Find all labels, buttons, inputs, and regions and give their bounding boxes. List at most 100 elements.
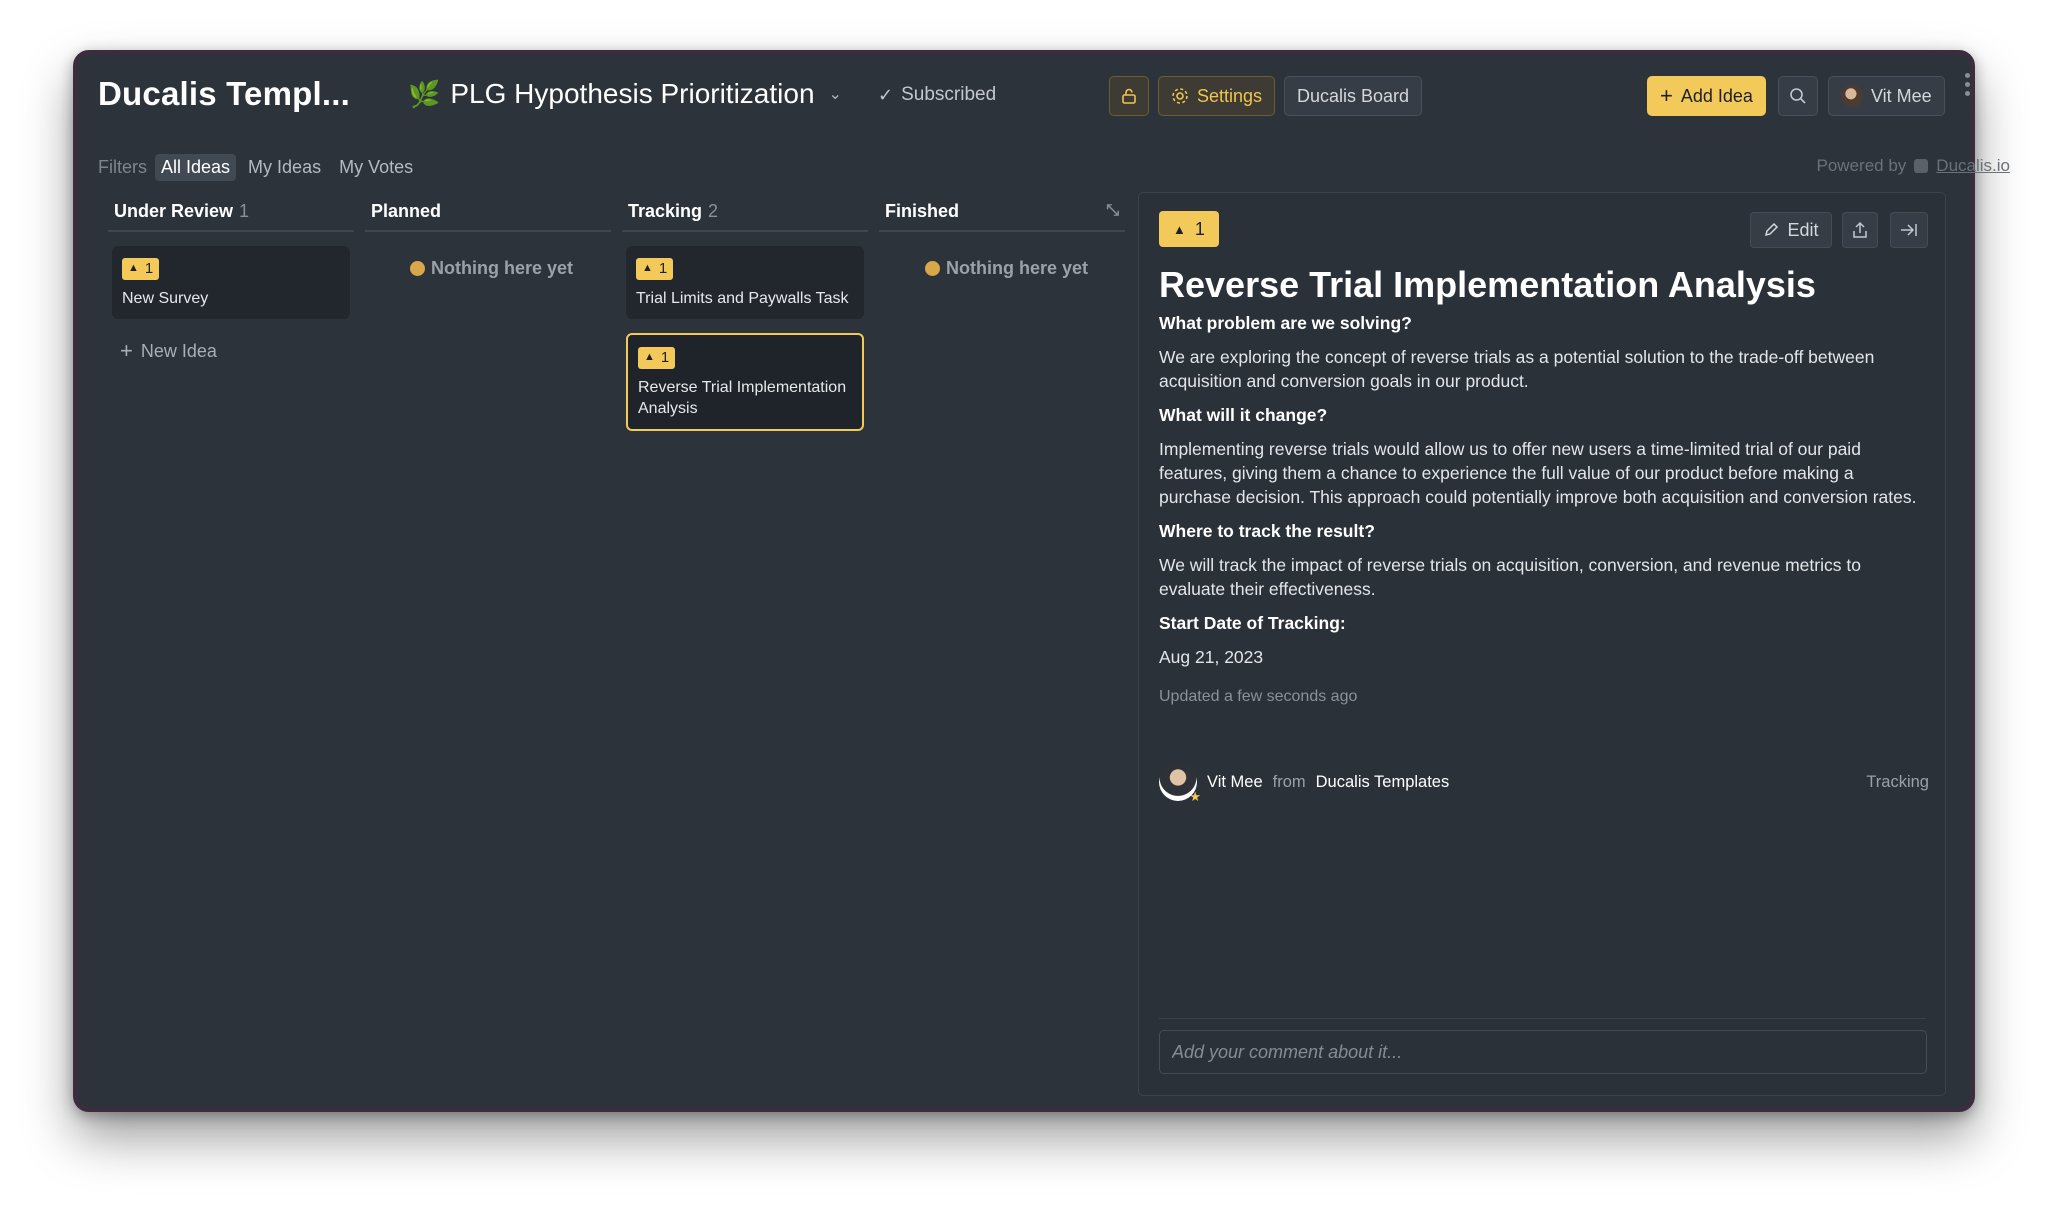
column-header[interactable]: Finished ⤡ <box>879 192 1125 232</box>
comment-input[interactable] <box>1159 1030 1927 1074</box>
section-body: We are exploring the concept of reverse … <box>1159 347 1875 391</box>
upvote-icon: ▲ <box>1173 221 1186 237</box>
upvote-icon: ▲ <box>128 262 139 274</box>
edit-label: Edit <box>1787 219 1819 240</box>
idea-detail-panel: ▲ 1 Edit Reverse Trial Implementation An… <box>1138 192 1946 1096</box>
section-body: We will track the impact of reverse tria… <box>1159 555 1861 599</box>
section-heading: What problem are we solving? <box>1159 313 1412 333</box>
add-idea-button[interactable]: + Add Idea <box>1647 76 1766 116</box>
column-name: Planned <box>371 200 442 221</box>
author-name[interactable]: Vit Mee <box>1207 773 1263 792</box>
collapse-icon[interactable]: ⤡ <box>1106 202 1119 220</box>
column-under-review: Under Review 1 ▲ 1 New Survey <box>108 192 354 319</box>
ducalis-logo-icon <box>1914 159 1929 173</box>
column-planned: Planned <box>365 192 611 232</box>
author-row: ★ Vit Mee from Ducalis Templates Trackin… <box>1159 763 1929 804</box>
vote-badge[interactable]: ▲ 1 <box>636 257 674 280</box>
updated-timestamp: Updated a few seconds ago <box>1159 688 1358 705</box>
settings-button[interactable]: Settings <box>1158 76 1276 116</box>
filter-all-ideas[interactable]: All Ideas <box>155 154 237 181</box>
section-heading: What will it change? <box>1159 405 1328 425</box>
section-heading: Where to track the result? <box>1159 521 1375 541</box>
idea-card-selected[interactable]: ▲ 1 Reverse Trial Implementation Analysis <box>626 333 864 431</box>
board-selector[interactable]: 🌿 PLG Hypothesis Prioritization ⌄ <box>408 78 842 110</box>
filter-my-ideas[interactable]: My Ideas <box>242 154 327 181</box>
upvote-icon: ▲ <box>644 351 655 363</box>
column-name: Under Review <box>114 200 234 221</box>
status-badge: Tracking <box>1866 772 1929 791</box>
filter-my-votes[interactable]: My Votes <box>333 154 419 181</box>
app-title[interactable]: Ducalis Templ... <box>98 75 350 113</box>
subscribe-toggle[interactable]: ✓ Subscribed <box>878 84 996 106</box>
column-finished: Finished ⤡ <box>879 192 1125 232</box>
collapse-right-icon <box>1901 224 1917 236</box>
new-idea-button[interactable]: + New Idea <box>120 338 217 364</box>
column-name: Finished <box>885 200 960 221</box>
share-button[interactable] <box>1842 212 1878 248</box>
card-title: Trial Limits and Paywalls Task <box>636 289 849 307</box>
close-panel-button[interactable] <box>1890 212 1928 248</box>
divider <box>1159 1018 1925 1019</box>
smile-emoji-icon <box>410 261 425 276</box>
idea-card[interactable]: ▲ 1 Trial Limits and Paywalls Task <box>626 246 864 319</box>
upvote-icon: ▲ <box>642 262 653 274</box>
column-header[interactable]: Planned <box>365 192 611 232</box>
avatar <box>1841 85 1863 107</box>
share-icon <box>1853 221 1867 238</box>
vote-button[interactable]: ▲ 1 <box>1159 211 1219 247</box>
column-header[interactable]: Tracking 2 <box>622 192 868 232</box>
board-link-button[interactable]: Ducalis Board <box>1284 76 1423 116</box>
smile-emoji-icon <box>925 261 940 276</box>
vote-badge[interactable]: ▲ 1 <box>122 257 160 280</box>
chevron-down-icon: ⌄ <box>828 86 842 103</box>
edit-button[interactable]: Edit <box>1750 212 1832 248</box>
check-icon: ✓ <box>878 84 894 105</box>
from-label: from <box>1272 772 1306 791</box>
plus-icon: + <box>120 338 133 363</box>
subscribed-label: Subscribed <box>901 84 997 105</box>
user-menu-button[interactable]: Vit Mee <box>1828 76 1945 116</box>
star-icon: ★ <box>1189 789 1201 804</box>
idea-title: Reverse Trial Implementation Analysis <box>1159 264 1816 305</box>
avatar[interactable]: ★ <box>1159 763 1201 804</box>
author-workspace: Ducalis Templates <box>1315 772 1450 791</box>
powered-by-link[interactable]: Ducalis.io <box>1936 156 2010 176</box>
gear-icon <box>1172 88 1188 104</box>
powered-by: Powered by Ducalis.io <box>1817 156 2010 176</box>
vote-count: 1 <box>144 260 154 277</box>
card-title: Reverse Trial Implementation Analysis <box>638 378 847 417</box>
card-title: New Survey <box>122 289 209 307</box>
idea-card[interactable]: ▲ 1 New Survey <box>112 246 350 319</box>
empty-state: Nothing here yet <box>410 258 573 279</box>
empty-text: Nothing here yet <box>946 258 1089 278</box>
vote-count: 1 <box>1194 218 1205 239</box>
pencil-icon <box>1765 222 1779 237</box>
unlock-icon <box>1122 88 1136 104</box>
new-idea-label: New Idea <box>140 340 217 361</box>
vote-badge[interactable]: ▲ 1 <box>638 346 676 369</box>
search-icon <box>1790 88 1806 104</box>
search-button[interactable] <box>1778 76 1818 116</box>
empty-state: Nothing here yet <box>925 258 1088 279</box>
filters-bar: Filters All Ideas My Ideas My Votes <box>98 154 419 181</box>
settings-label: Settings <box>1197 85 1263 106</box>
powered-by-label: Powered by <box>1816 156 1907 175</box>
vote-count: 1 <box>658 260 668 277</box>
column-count: 1 <box>239 200 250 221</box>
section-body: Implementing reverse trials would allow … <box>1159 439 1917 507</box>
board-name: PLG Hypothesis Prioritization <box>450 78 815 109</box>
column-tracking: Tracking 2 ▲ 1 Trial Limits and Paywalls T… <box>622 192 868 431</box>
vote-count: 1 <box>660 349 670 366</box>
lock-button[interactable] <box>1109 76 1149 116</box>
section-body: Aug 21, 2023 <box>1159 647 1264 667</box>
empty-text: Nothing here yet <box>431 258 574 278</box>
idea-detail-content: Reverse Trial Implementation Analysis Wh… <box>1159 263 1929 709</box>
leaf-icon: 🌿 <box>408 78 441 109</box>
add-idea-label: Add Idea <box>1680 85 1753 106</box>
plus-icon: + <box>1660 83 1673 108</box>
section-heading: Start Date of Tracking: <box>1159 613 1346 633</box>
column-name: Tracking <box>628 200 703 221</box>
filters-label[interactable]: Filters <box>98 157 147 178</box>
column-header[interactable]: Under Review 1 <box>108 192 354 232</box>
window-menu-dots-icon[interactable] <box>1965 73 1970 96</box>
